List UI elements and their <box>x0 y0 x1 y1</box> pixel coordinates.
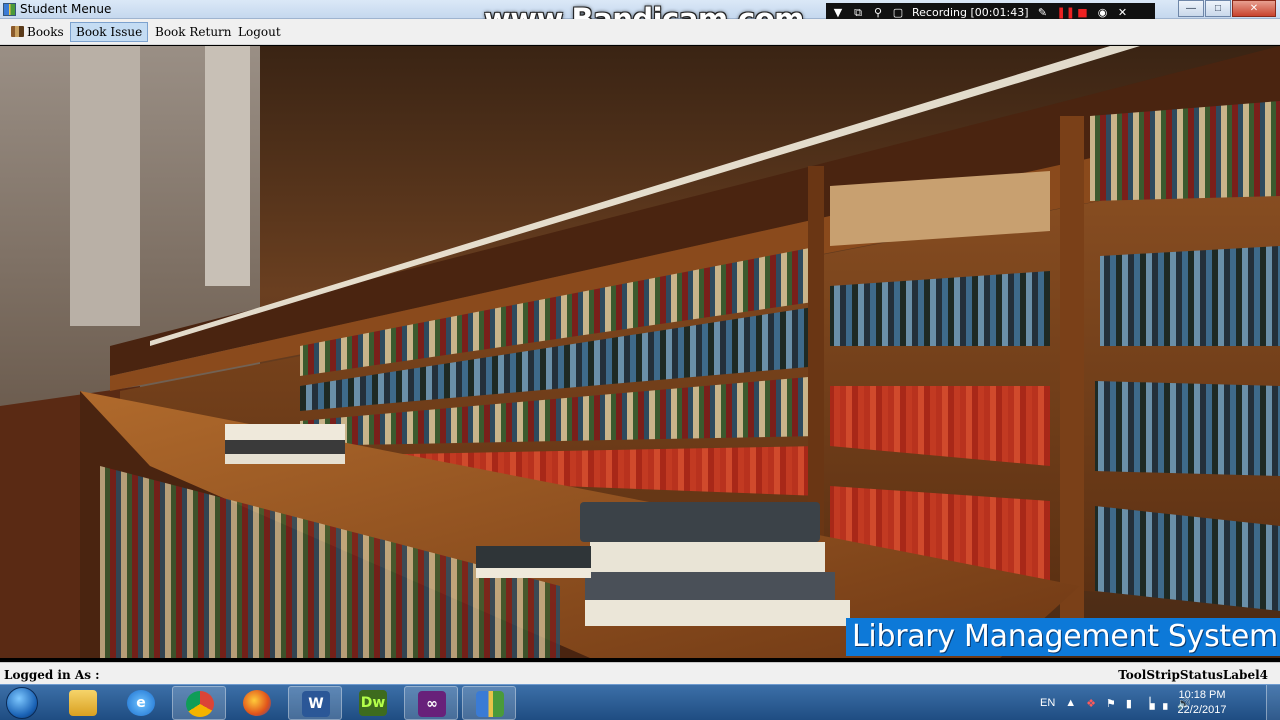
taskbar-dreamweaver[interactable]: Dw <box>346 686 400 720</box>
library-app-icon <box>3 3 16 16</box>
dropdown-arrow-icon[interactable]: ▼ <box>832 6 844 19</box>
taskbar-internet-explorer[interactable]: e <box>114 686 168 720</box>
taskbar-chrome[interactable] <box>172 686 226 720</box>
close-recorder-icon[interactable]: ✕ <box>1117 6 1129 19</box>
window-mode-icon[interactable]: ⧉ <box>852 6 864 20</box>
camera-icon[interactable]: ◉ <box>1097 6 1109 19</box>
zoom-icon[interactable]: ⚲ <box>872 6 884 19</box>
chrome-icon <box>186 691 214 717</box>
system-clock[interactable]: 10:18 PM 22/2/2017 <box>1172 688 1232 718</box>
pause-icon[interactable]: ❚❚ <box>1057 6 1075 19</box>
books-icon <box>11 26 24 37</box>
taskbar-firefox[interactable] <box>230 686 284 720</box>
maximize-button[interactable]: □ <box>1205 0 1231 17</box>
library-management-system-banner: Library Management System <box>846 618 1280 656</box>
menu-books-label: Books <box>27 25 64 39</box>
screen: Student Menue — □ ✕ www.Bandicam.com ▼ ⧉… <box>0 0 1280 720</box>
pen-icon[interactable]: ✎ <box>1037 6 1049 19</box>
window-title: Student Menue <box>20 2 112 16</box>
antivirus-icon[interactable]: ❖ <box>1086 697 1096 710</box>
logged-in-label: Logged in As : <box>4 668 100 682</box>
library-app-icon <box>476 691 504 717</box>
word-icon: W <box>302 691 330 717</box>
clock-time: 10:18 PM <box>1178 689 1226 701</box>
file-explorer-icon <box>69 690 97 716</box>
taskbar-library-app[interactable] <box>462 686 516 720</box>
menu-strip: Books Book Issue Book Return Logout <box>0 19 1280 45</box>
firefox-icon <box>243 690 271 716</box>
internet-explorer-icon: e <box>127 690 155 716</box>
visual-studio-icon: ∞ <box>418 691 446 717</box>
windows-taskbar: e W Dw ∞ EN ▲ ❖ ⚑ ▮ ▕▖▗ 🔊 10:18 PM 22/2/… <box>0 684 1280 720</box>
system-tray: EN ▲ ❖ ⚑ ▮ ▕▖▗ 🔊 <box>1040 685 1191 720</box>
dreamweaver-icon: Dw <box>359 690 387 716</box>
minimize-button[interactable]: — <box>1178 0 1204 17</box>
show-desktop-button[interactable] <box>1266 685 1280 720</box>
show-hidden-icons-icon[interactable]: ▲ <box>1065 697 1076 709</box>
action-center-flag-icon[interactable]: ⚑ <box>1106 697 1116 710</box>
taskbar-file-explorer[interactable] <box>56 686 110 720</box>
library-illustration <box>0 46 1280 658</box>
clock-date: 22/2/2017 <box>1177 704 1227 716</box>
library-background-image: Library Management System <box>0 46 1280 658</box>
menu-logout[interactable]: Logout <box>232 22 287 42</box>
taskbar-visual-studio[interactable]: ∞ <box>404 686 458 720</box>
tool-strip-status-label: ToolStripStatusLabel4 <box>1118 668 1268 682</box>
menu-book-return[interactable]: Book Return <box>149 22 238 42</box>
taskbar-word[interactable]: W <box>288 686 342 720</box>
status-strip: Logged in As : ToolStripStatusLabel4 <box>0 662 1280 684</box>
start-orb-icon[interactable] <box>6 687 38 719</box>
recording-timer: Recording [00:01:43] <box>912 6 1029 19</box>
menu-book-issue[interactable]: Book Issue <box>70 22 149 42</box>
network-icon[interactable]: ▕▖▗ <box>1142 697 1167 710</box>
menu-books[interactable]: Books <box>5 22 70 42</box>
power-icon[interactable]: ▮ <box>1126 697 1132 710</box>
language-indicator[interactable]: EN <box>1040 697 1055 709</box>
close-button[interactable]: ✕ <box>1232 0 1276 17</box>
region-icon[interactable]: ▢ <box>892 6 904 19</box>
stop-icon[interactable]: ■ <box>1077 6 1089 19</box>
window-controls: — □ ✕ <box>1178 0 1276 17</box>
